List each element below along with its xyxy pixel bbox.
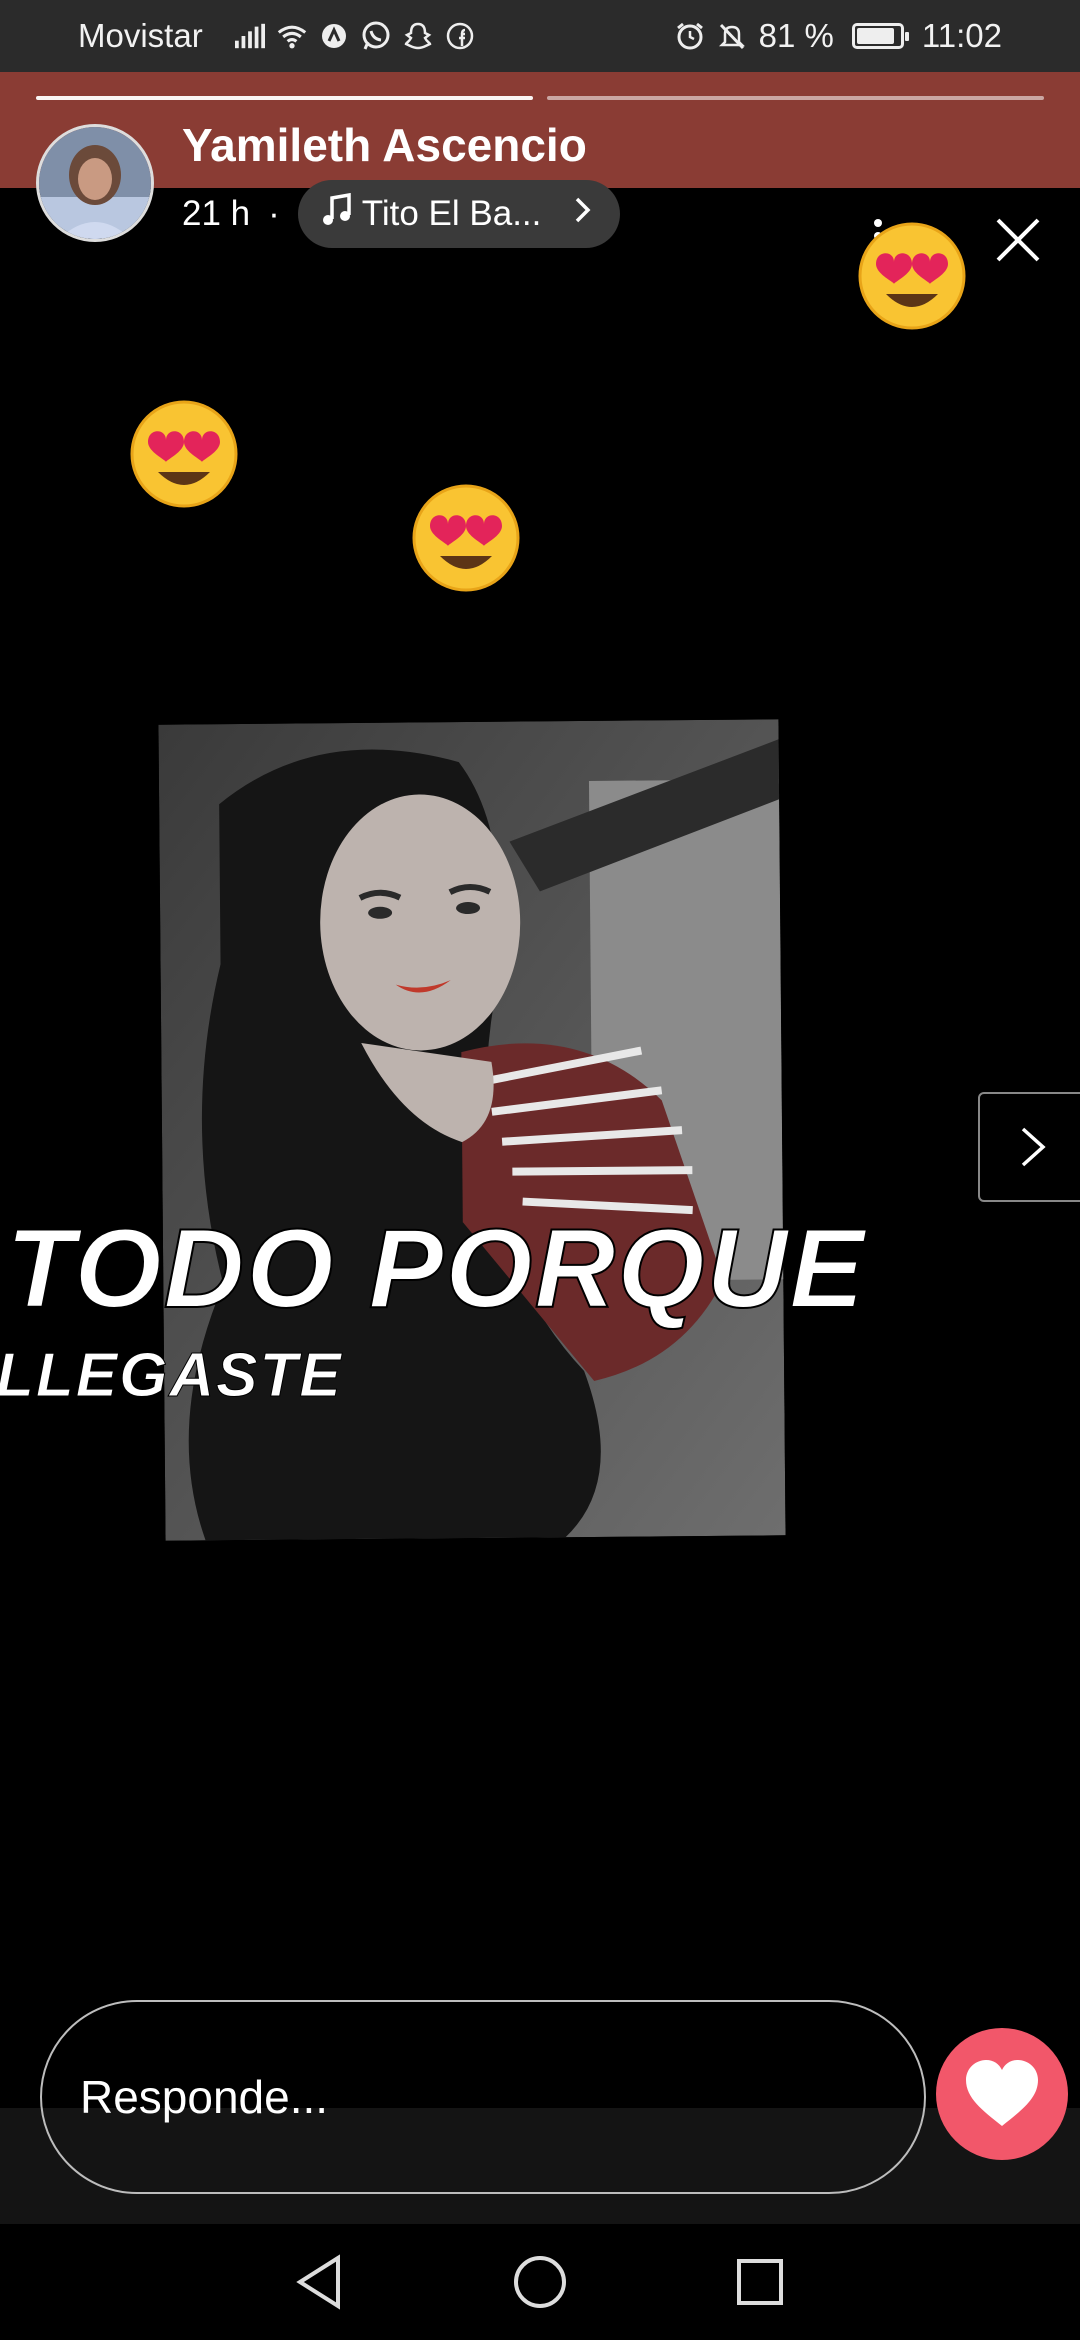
progress-segment-current [36,96,533,100]
heart-eyes-emoji [856,220,968,332]
story-caption-line-1: TODO PORQUE [5,1205,867,1332]
progress-segment-next [547,96,1044,100]
whatsapp-icon [361,21,391,51]
meta-separator: · [268,194,280,233]
clock: 11:02 [921,17,1002,54]
system-navigation-bar [0,2224,1080,2340]
app-notification-icon [319,21,349,51]
heart-icon [966,2060,1038,2126]
music-note-icon [322,192,352,236]
wifi-icon [277,21,307,51]
like-button[interactable] [936,2028,1068,2160]
music-title: Tito El Ba... [361,194,542,233]
battery-level-fill [856,28,895,44]
user-avatar[interactable] [36,124,154,242]
story-meta-row: 21 h · Tito El Ba... [182,180,620,248]
bell-off-icon [717,21,747,51]
back-icon[interactable] [290,2252,350,2312]
music-pill-button[interactable]: Tito El Ba... [297,180,620,248]
close-icon[interactable] [990,212,1046,268]
battery-percentage: 81 % [758,17,834,54]
story-photo [158,719,786,1541]
battery-icon [851,23,909,49]
story-time-ago: 21 h [182,194,251,233]
signal-icon [234,21,265,51]
story-user-name[interactable]: Yamileth Ascencio [182,118,587,172]
home-icon[interactable] [510,2252,570,2312]
heart-eyes-emoji [410,482,522,594]
chevron-right-icon [1021,1127,1046,1167]
chevron-right-icon [572,194,594,234]
reply-input[interactable]: Responde... [40,2000,926,2194]
recents-icon[interactable] [730,2252,790,2312]
snapchat-icon [403,21,433,51]
story-progress-bar [36,96,1044,100]
alarm-icon [675,21,705,51]
carrier-label: Movistar [78,17,203,54]
facebook-icon [445,21,475,51]
story-caption-line-2: LLEGASTE [0,1341,343,1411]
next-story-button[interactable] [978,1092,1080,1202]
status-bar: Movistar 81 % 11:02 [0,0,1080,72]
heart-eyes-emoji [128,398,240,510]
